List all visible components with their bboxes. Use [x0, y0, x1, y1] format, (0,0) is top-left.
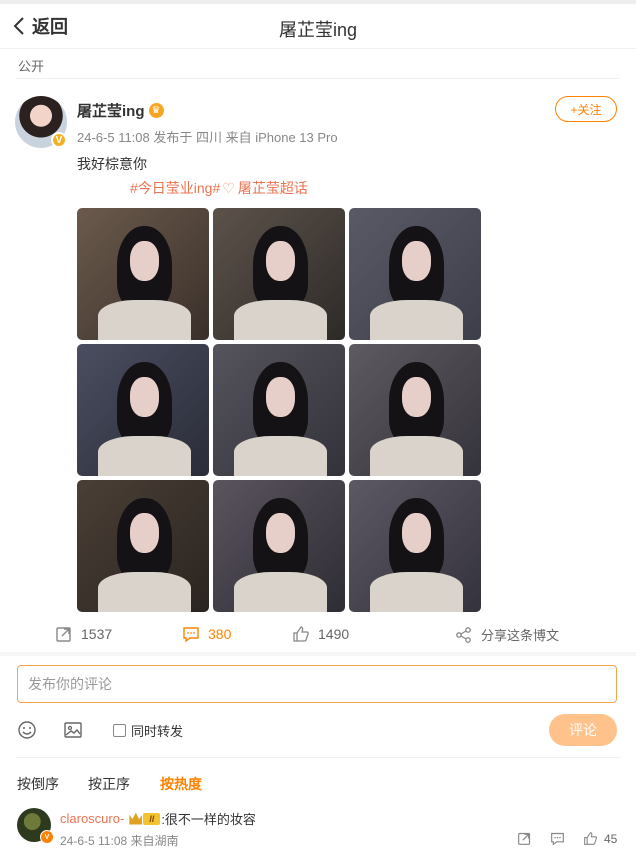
member-level-badge: II	[129, 812, 161, 825]
post-photo[interactable]	[349, 344, 481, 476]
share-icon	[456, 626, 471, 643]
repost-icon	[56, 627, 71, 642]
post-photo[interactable]	[213, 208, 345, 340]
commenter-name[interactable]: claroscuro-	[60, 811, 124, 826]
visibility-label: 公开	[18, 59, 45, 74]
comment-icon	[183, 627, 199, 643]
divider	[16, 78, 620, 79]
like-button[interactable]: 1490	[292, 625, 349, 643]
comment-like-count: 45	[604, 832, 618, 846]
share-button[interactable]: 分享这条博文	[455, 625, 559, 644]
emoji-icon[interactable]	[17, 720, 37, 740]
supertopic-link[interactable]: 屠芷莹超话	[238, 178, 308, 198]
author-name-row: 屠芷莹ing ♛	[77, 100, 164, 121]
repost-count: 1537	[81, 626, 113, 642]
photo-grid	[77, 208, 483, 612]
post-tags: #今日莹业ing# ♡ 屠芷莹超话	[130, 178, 308, 198]
comment-count: 380	[208, 626, 232, 642]
comment-text: :很不一样的妆容	[161, 812, 256, 827]
post-photo[interactable]	[77, 480, 209, 612]
post-photo[interactable]	[349, 208, 481, 340]
post-meta: 24-6-5 11:08 发布于 四川 来自 iPhone 13 Pro	[77, 130, 338, 145]
comment-meta: 24-6-5 11:08 来自湖南	[60, 834, 179, 848]
post-photo[interactable]	[77, 344, 209, 476]
also-repost-label: 同时转发	[131, 724, 184, 739]
thumbs-up-icon	[584, 832, 598, 845]
post-photo[interactable]	[213, 344, 345, 476]
also-repost-checkbox[interactable]: 同时转发	[113, 721, 183, 740]
topic-tag-link[interactable]: #今日莹业ing#	[130, 178, 220, 198]
member-crown-icon: ♛	[148, 103, 164, 118]
sort-hot-tab[interactable]: 按热度	[160, 774, 202, 794]
post-photo[interactable]	[349, 480, 481, 612]
follow-button[interactable]: +关注	[555, 96, 617, 122]
repost-icon	[518, 832, 531, 845]
comment-icon	[551, 832, 564, 846]
comment-line: claroscuro- II :很不一样的妆容	[60, 809, 256, 828]
image-icon[interactable]	[63, 720, 83, 740]
sort-reverse-tab[interactable]: 按倒序	[17, 774, 59, 794]
verified-icon: V	[40, 830, 54, 844]
supertopic-icon: ♡	[222, 179, 235, 196]
header: 返回 屠芷莹ing	[0, 4, 636, 49]
comment-like-button[interactable]	[583, 831, 598, 851]
comment-input[interactable]	[17, 665, 617, 703]
comment-reply-button[interactable]	[550, 831, 565, 851]
checkbox-box[interactable]	[113, 724, 126, 737]
post-actions: 1537 380 1490 分享这条博文	[0, 620, 636, 648]
like-count: 1490	[318, 626, 350, 642]
post-text: 我好棕意你	[77, 156, 147, 172]
comment-button[interactable]: 380	[182, 625, 231, 643]
member-level: II	[143, 812, 161, 825]
crown-icon	[129, 812, 143, 825]
verified-icon: V	[51, 132, 67, 148]
share-label: 分享这条博文	[481, 628, 560, 643]
comment-repost-button[interactable]	[517, 831, 532, 851]
section-divider	[0, 652, 636, 656]
submit-comment-button[interactable]: 评论	[549, 714, 617, 746]
post-photo[interactable]	[213, 480, 345, 612]
author-name[interactable]: 屠芷莹ing	[77, 100, 145, 121]
repost-button[interactable]: 1537	[55, 625, 112, 643]
post-photo[interactable]	[77, 208, 209, 340]
page-title: 屠芷莹ing	[278, 20, 358, 40]
divider	[16, 757, 620, 758]
sort-order-tab[interactable]: 按正序	[88, 774, 130, 794]
thumbs-up-icon	[293, 626, 309, 642]
